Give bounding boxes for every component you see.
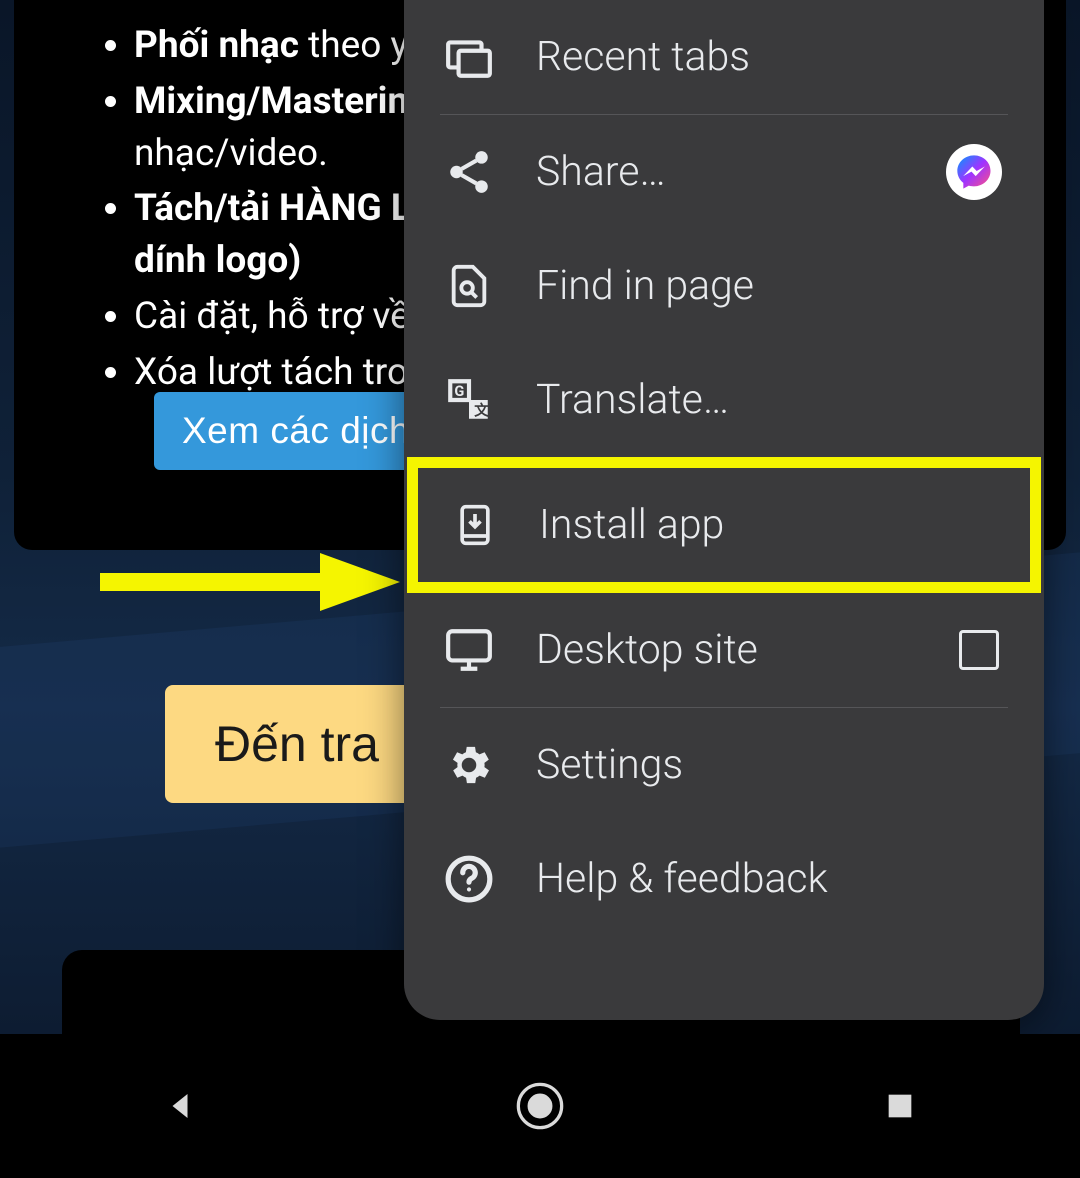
menu-item-help-feedback[interactable]: Help & feedback	[404, 822, 1044, 936]
menu-item-label: Help & feedback	[536, 855, 828, 903]
menu-item-label: Find in page	[536, 262, 754, 310]
menu-item-label: Translate…	[536, 376, 729, 424]
share-icon	[444, 147, 494, 197]
menu-item-label: Install app	[539, 501, 724, 549]
menu-item-label: Desktop site	[536, 626, 758, 674]
nav-back-button[interactable]	[150, 1076, 210, 1136]
menu-item-share[interactable]: Share…	[404, 115, 1044, 229]
help-icon	[444, 854, 494, 904]
desktop-site-icon	[444, 625, 494, 675]
menu-item-settings[interactable]: Settings	[404, 708, 1044, 822]
settings-icon	[444, 740, 494, 790]
menu-item-desktop-site[interactable]: Desktop site	[404, 593, 1044, 707]
cta-button[interactable]: Đến tra	[165, 685, 429, 803]
menu-item-find-in-page[interactable]: Find in page	[404, 229, 1044, 343]
desktop-site-checkbox[interactable]	[959, 630, 999, 670]
list-item-text: nhạc/video.	[134, 132, 328, 175]
button-label: Đến tra	[215, 716, 379, 772]
list-item-bold: Mixing/Mastering	[134, 80, 429, 123]
nav-recent-button[interactable]	[870, 1076, 930, 1136]
pointer-arrow-icon	[100, 553, 400, 613]
android-nav-bar	[0, 1034, 1080, 1178]
messenger-icon	[946, 144, 1002, 200]
find-in-page-icon	[444, 261, 494, 311]
translate-icon: G 文	[444, 375, 494, 425]
menu-item-recent-tabs[interactable]: Recent tabs	[404, 0, 1044, 114]
chrome-overflow-menu: Recent tabs Share…	[404, 0, 1044, 1020]
svg-text:G: G	[454, 382, 464, 400]
menu-item-label: Share…	[536, 148, 666, 196]
svg-text:文: 文	[474, 402, 489, 420]
menu-item-install-app[interactable]: Install app	[407, 457, 1041, 593]
list-item-bold: dính logo)	[134, 239, 301, 282]
recent-tabs-icon	[444, 32, 494, 82]
nav-home-button[interactable]	[510, 1076, 570, 1136]
install-app-icon	[450, 500, 500, 550]
list-item-bold: Phối nhạc	[134, 24, 299, 67]
menu-item-translate[interactable]: G 文 Translate…	[404, 343, 1044, 457]
menu-item-label: Settings	[536, 741, 683, 789]
menu-item-label: Recent tabs	[536, 33, 750, 81]
